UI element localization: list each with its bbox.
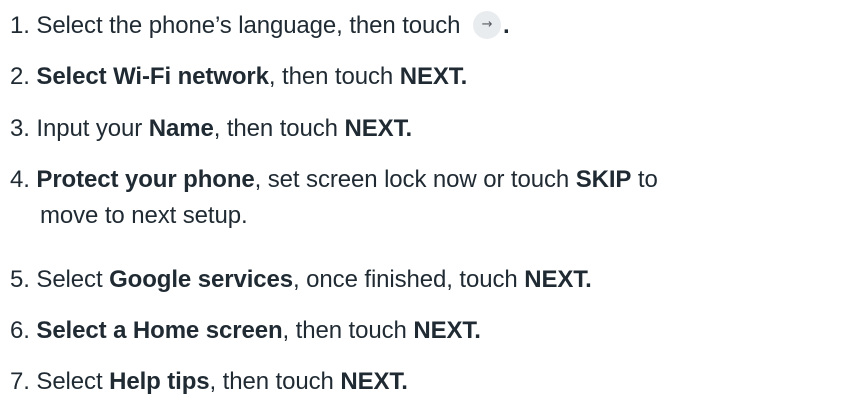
step-action: NEXT.	[399, 63, 468, 90]
step-text-continuation: move to next setup.	[40, 202, 248, 229]
step-action: SKIP	[575, 166, 632, 193]
step-number: 3.	[10, 115, 30, 142]
step-number: 7.	[10, 368, 30, 395]
step-2: 2. Select Wi-Fi network, then touch NEXT…	[10, 59, 848, 95]
step-number: 1.	[10, 12, 30, 39]
step-keyword: Name	[148, 115, 214, 142]
step-5: 5. Select Google services, once finished…	[10, 262, 848, 298]
step-text: , then touch	[282, 317, 407, 344]
step-text-end: .	[502, 12, 510, 39]
step-number: 4.	[10, 166, 30, 193]
step-text: , then touch	[209, 368, 334, 395]
step-action: NEXT.	[413, 317, 481, 344]
step-action: NEXT.	[340, 368, 408, 395]
step-text: , then touch	[213, 115, 338, 142]
step-text: , set screen lock now or touch	[254, 166, 570, 193]
setup-steps-list: 1. Select the phone’s language, then tou…	[0, 0, 859, 404]
step-7: 7. Select Help tips, then touch NEXT.	[10, 364, 848, 400]
step-1: 1. Select the phone’s language, then tou…	[10, 8, 848, 44]
step-text: to	[637, 166, 658, 193]
step-text: Input your	[36, 115, 143, 142]
step-action: NEXT.	[524, 266, 592, 293]
step-text: Select	[36, 266, 103, 293]
step-6: 6. Select a Home screen, then touch NEXT…	[10, 313, 848, 349]
step-number: 6.	[10, 317, 30, 344]
step-keyword: Google services	[109, 266, 294, 293]
step-text: Select the phone’s language, then touch	[36, 12, 461, 39]
step-keyword: Protect your phone	[36, 166, 255, 193]
step-action: NEXT.	[344, 115, 413, 142]
step-keyword: Help tips	[109, 368, 210, 395]
step-3: 3. Input your Name, then touch NEXT.	[10, 111, 848, 147]
step-4: 4. Protect your phone, set screen lock n…	[10, 162, 848, 234]
step-keyword: Select Wi-Fi network	[36, 63, 269, 90]
step-number: 5.	[10, 266, 30, 293]
step-text: , once finished, touch	[293, 266, 518, 293]
step-number: 2.	[10, 63, 30, 90]
step-text: , then touch	[268, 63, 394, 90]
step-text: Select	[36, 368, 103, 395]
step-keyword: Select a Home screen	[36, 317, 283, 344]
arrow-right-icon: →	[472, 11, 501, 39]
